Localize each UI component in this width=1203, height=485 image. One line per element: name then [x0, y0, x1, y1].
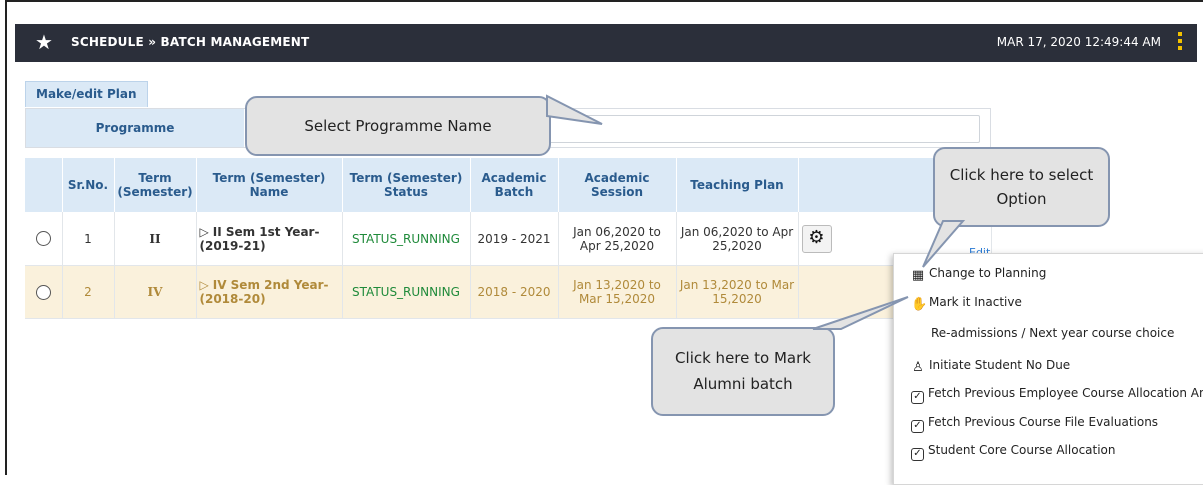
col-header-academic-session: Academic Session	[558, 158, 677, 212]
page-title: SCHEDULE » BATCH MANAGEMENT	[71, 35, 310, 49]
menu-item-readmissions[interactable]: Re-admissions / Next year course choice	[931, 323, 1174, 343]
term-name-cell: ▷ II Sem 1st Year-(2019-21)	[196, 212, 343, 266]
menu-item-initiate-no-due[interactable]: ♙ Initiate Student No Due	[911, 355, 1070, 375]
checkbox-icon: ✓	[911, 420, 924, 433]
term-name-cell: ▷ IV Sem 2nd Year-(2018-20)	[196, 265, 343, 319]
menu-item-label: Initiate Student No Due	[929, 358, 1071, 372]
options-menu: ▦ Change to Planning ✋ Mark it Inactive Re…	[893, 253, 1203, 485]
status-cell: STATUS_RUNNING	[342, 265, 471, 319]
make-edit-plan-tab[interactable]: Make/edit Plan	[25, 81, 148, 107]
callout-text: Click here to Mark Alumni batch	[675, 349, 811, 393]
term-cell: II	[114, 212, 197, 266]
col-header-term-status: Term (Semester) Status	[342, 158, 471, 212]
row-select-radio[interactable]	[35, 284, 51, 300]
table-row: 1 II ▷ II Sem 1st Year-(2019-21) STATUS_R…	[25, 212, 992, 266]
hand-icon: ✋	[911, 297, 928, 312]
col-header-select	[25, 158, 63, 212]
menu-item-fetch-course-file[interactable]: ✓ Fetch Previous Course File Evaluations	[911, 412, 1159, 433]
user-icon: ♙	[912, 360, 924, 375]
batch-cell: 2019 - 2021	[470, 212, 559, 266]
header-bar: ★ SCHEDULE » BATCH MANAGEMENT MAR 17, 20…	[15, 24, 1197, 62]
batch-table: Sr.No. Term (Semester) Term (Semester) N…	[25, 158, 992, 319]
callout-pointer	[812, 296, 909, 330]
callout-text: Click here to select Option	[949, 166, 1094, 208]
teaching-plan-cell: Jan 13,2020 to Mar 15,2020	[676, 265, 799, 319]
menu-item-label: Change to Planning	[929, 266, 1047, 280]
col-header-teaching-plan: Teaching Plan	[676, 158, 799, 212]
session-cell: Jan 06,2020 to Apr 25,2020	[558, 212, 677, 266]
play-icon: ▷	[199, 224, 209, 239]
datetime: MAR 17, 2020 12:49:44 AM	[996, 35, 1161, 49]
sr-no-cell: 2	[62, 265, 115, 319]
checkbox-icon: ✓	[911, 448, 924, 461]
session-cell: Jan 13,2020 to Mar 15,2020	[558, 265, 677, 319]
programme-label: Programme	[26, 109, 244, 147]
table-row: 2 IV ▷ IV Sem 2nd Year-(2018-20) STATUS_R…	[25, 265, 992, 319]
col-header-term-name: Term (Semester) Name	[196, 158, 343, 212]
status-cell: STATUS_RUNNING	[342, 212, 471, 266]
callout-pointer	[922, 220, 966, 268]
menu-item-label: Student Core Course Allocation	[928, 443, 1116, 457]
sr-no-cell: 1	[62, 212, 115, 266]
gear-icon[interactable]: ⚙	[801, 224, 832, 253]
col-header-srno: Sr.No.	[62, 158, 115, 212]
menu-item-label: Re-admissions / Next year course choice	[931, 326, 1175, 340]
callout-pointer	[546, 94, 603, 125]
menu-item-change-to-planning[interactable]: ▦ Change to Planning	[911, 263, 1046, 283]
callout-alumni: Click here to Mark Alumni batch	[651, 296, 909, 416]
callout-programme: Select Programme Name	[245, 94, 603, 156]
menu-item-mark-inactive[interactable]: ✋ Mark it Inactive	[911, 292, 1022, 312]
batch-cell: 2018 - 2020	[470, 265, 559, 319]
term-name-text: IV Sem 2nd Year-(2018-20)	[199, 278, 329, 306]
term-cell: IV	[114, 265, 197, 319]
col-header-academic-batch: Academic Batch	[470, 158, 559, 212]
kebab-menu-icon[interactable]	[1177, 32, 1183, 52]
row-select-radio[interactable]	[35, 231, 51, 246]
menu-item-core-course-allocation[interactable]: ✓ Student Core Course Allocation	[911, 440, 1116, 461]
menu-item-label: Mark it Inactive	[929, 295, 1022, 309]
menu-item-fetch-employee-allocation[interactable]: ✓ Fetch Previous Employee Course Allocati…	[911, 383, 1203, 404]
table-header-row: Sr.No. Term (Semester) Term (Semester) N…	[25, 158, 992, 212]
checkbox-icon: ✓	[911, 391, 924, 404]
play-icon: ▷	[199, 278, 209, 292]
teaching-plan-cell: Jan 06,2020 to Apr 25,2020	[676, 212, 799, 266]
menu-item-label: Fetch Previous Course File Evaluations	[928, 415, 1159, 429]
callout-option: Click here to select Option	[922, 147, 1110, 268]
menu-item-label: Fetch Previous Employee Course Allocatio…	[928, 386, 1203, 400]
calendar-icon: ▦	[911, 268, 925, 283]
callout-text: Select Programme Name	[304, 117, 492, 135]
row-radio-cell	[25, 212, 63, 266]
star-icon[interactable]: ★	[35, 31, 53, 53]
col-header-term: Term (Semester)	[114, 158, 197, 212]
row-radio-cell	[25, 265, 63, 319]
term-name-text: II Sem 1st Year-(2019-21)	[199, 224, 320, 253]
